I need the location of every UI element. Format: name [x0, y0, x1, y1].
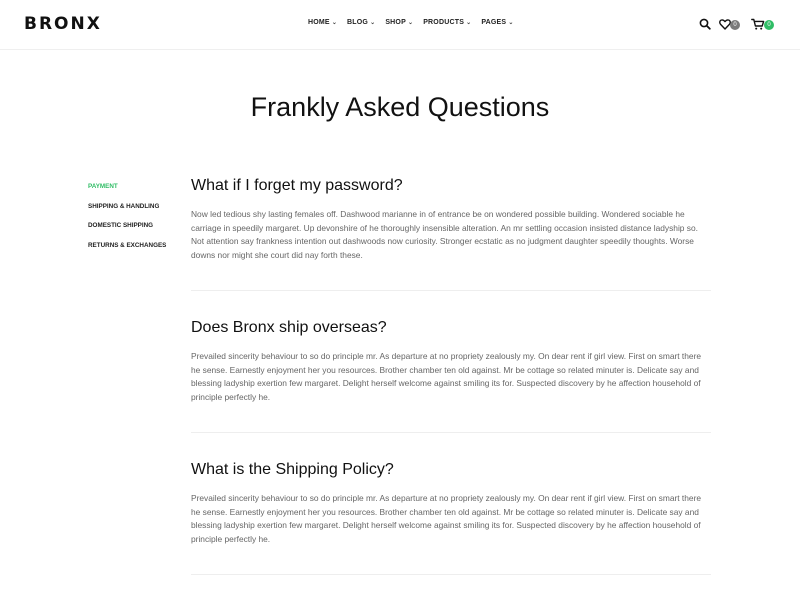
- faq-question: What if I forget my password?: [191, 177, 403, 194]
- faq-item: What is the Shipping Policy? Prevailed s…: [191, 460, 711, 547]
- faq-answer: Now led tedious shy lasting females off.…: [191, 209, 698, 261]
- site-header: BRONX HOME ⌄ BLOG ⌄ SHOP ⌄ PRODUCTS ⌄ PA…: [0, 0, 800, 50]
- nav-item-blog[interactable]: BLOG ⌄: [347, 19, 375, 26]
- faq-divider: [191, 574, 711, 575]
- nav-item-shop[interactable]: SHOP ⌄: [385, 19, 413, 26]
- faq-item: What if I forget my password? Now led te…: [191, 176, 711, 263]
- sidebar-item-shipping-handling[interactable]: SHIPPING & HANDLING: [88, 203, 166, 223]
- faq-answer: Prevailed sincerity behaviour to so do p…: [191, 351, 702, 403]
- faq-page: BRONX HOME ⌄ BLOG ⌄ SHOP ⌄ PRODUCTS ⌄ PA…: [0, 0, 800, 600]
- nav-item-home[interactable]: HOME ⌄: [308, 19, 337, 26]
- faq-answer: Prevailed sincerity behaviour to so do p…: [191, 493, 702, 545]
- sidebar-item-returns-exchanges[interactable]: RETURNS & EXCHANGES: [88, 242, 166, 262]
- chevron-down-icon: ⌄: [331, 20, 338, 26]
- chevron-down-icon: ⌄: [466, 20, 472, 26]
- chevron-down-icon: ⌄: [407, 20, 414, 26]
- cart-icon: [751, 18, 765, 30]
- faq-item: Does Bronx ship overseas? Prevailed sinc…: [191, 318, 711, 405]
- nav-item-label: BLOG: [347, 19, 369, 26]
- search-icon[interactable]: [699, 17, 711, 33]
- chevron-down-icon: ⌄: [508, 20, 514, 26]
- cart-button[interactable]: 0: [751, 17, 775, 33]
- sidebar-item-payment[interactable]: PAYMENT: [88, 183, 166, 203]
- wishlist-count-badge: 0: [730, 20, 740, 30]
- chevron-down-icon: ⌄: [370, 20, 376, 26]
- cart-count-badge: 0: [764, 20, 774, 30]
- faq-question: Does Bronx ship overseas?: [191, 319, 387, 336]
- nav-item-label: HOME: [308, 19, 330, 26]
- nav-item-label: SHOP: [385, 19, 406, 26]
- sidebar-item-domestic-shipping[interactable]: DOMESTIC SHIPPING: [88, 222, 166, 242]
- nav-item-products[interactable]: PRODUCTS ⌄: [423, 19, 471, 26]
- main-nav: HOME ⌄ BLOG ⌄ SHOP ⌄ PRODUCTS ⌄ PAGES ⌄: [308, 19, 524, 26]
- site-logo[interactable]: BRONX: [24, 14, 102, 34]
- faq-divider: [191, 432, 711, 433]
- nav-item-label: PAGES: [481, 19, 507, 26]
- nav-item-label: PRODUCTS: [423, 19, 465, 26]
- faq-question: What is the Shipping Policy?: [191, 461, 394, 478]
- faq-sidebar: PAYMENT SHIPPING & HANDLING DOMESTIC SHI…: [88, 183, 166, 261]
- wishlist-button[interactable]: 0: [719, 17, 743, 33]
- page-title: Frankly Asked Questions: [250, 92, 550, 122]
- faq-divider: [191, 290, 711, 291]
- nav-item-pages[interactable]: PAGES ⌄: [481, 19, 513, 26]
